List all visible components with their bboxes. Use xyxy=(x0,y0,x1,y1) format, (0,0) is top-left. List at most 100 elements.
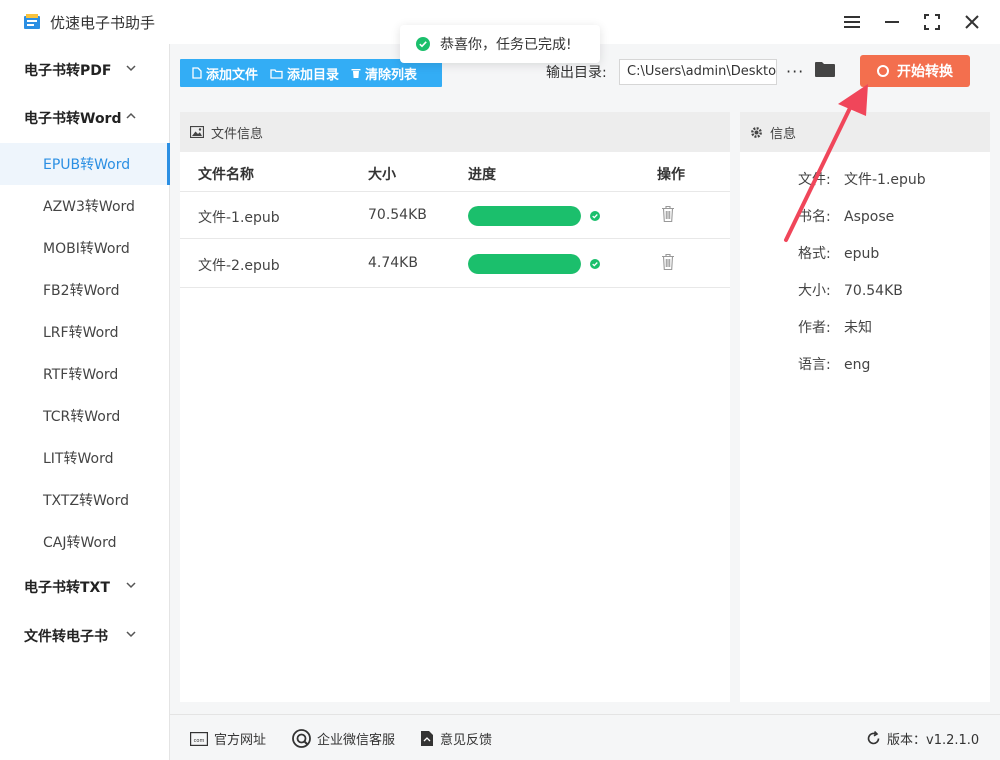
clear-list-button[interactable]: 清除列表 xyxy=(351,64,417,83)
info-row-title: 书名: Aspose xyxy=(798,206,894,226)
sidebar-item-label: LRF转Word xyxy=(43,325,119,341)
col-header-progress: 进度 xyxy=(468,167,496,183)
sidebar-item-fb2-word[interactable]: FB2转Word xyxy=(0,269,170,311)
success-toast: 恭喜你，任务已完成! xyxy=(400,25,600,63)
col-header-action: 操作 xyxy=(657,167,685,183)
progress-bar xyxy=(468,206,581,226)
sidebar-item-label: FB2转Word xyxy=(43,283,120,299)
wechat-label: 企业微信客服 xyxy=(317,733,396,748)
col-header-name: 文件名称 xyxy=(198,167,254,183)
folder-icon xyxy=(270,68,283,79)
website-link[interactable]: com 官方网址 xyxy=(190,729,266,748)
close-icon[interactable] xyxy=(960,10,984,34)
clear-list-label: 清除列表 xyxy=(365,67,418,83)
table-row[interactable]: 文件-1.epub 70.54KB xyxy=(180,191,730,239)
info-key: 大小: xyxy=(798,283,831,299)
file-toolbar: 添加文件 添加目录 清除列表 xyxy=(180,59,442,87)
output-dir-input[interactable]: C:\Users\admin\Desktop xyxy=(619,59,777,85)
info-row-format: 格式: epub xyxy=(798,243,879,263)
trash-icon[interactable] xyxy=(661,253,675,271)
chevron-up-icon xyxy=(126,112,136,119)
footer: com 官方网址 企业微信客服 意见反馈 版本：v1.2.1.0 xyxy=(170,714,1000,760)
more-options-button[interactable]: ··· xyxy=(786,62,804,81)
info-row-size: 大小: 70.54KB xyxy=(798,280,903,300)
start-convert-label: 开始转换 xyxy=(897,64,953,80)
add-folder-button[interactable]: 添加目录 xyxy=(270,64,339,83)
wechat-service-link[interactable]: 企业微信客服 xyxy=(292,729,395,748)
sidebar-item-label: RTF转Word xyxy=(43,367,119,383)
sidebar-item-rtf-word[interactable]: RTF转Word xyxy=(0,353,170,395)
info-key: 作者: xyxy=(798,320,831,336)
sidebar-item-caj-word[interactable]: CAJ转Word xyxy=(0,521,170,563)
toast-message: 恭喜你，任务已完成! xyxy=(440,37,572,53)
table-row[interactable]: 文件-2.epub 4.74KB xyxy=(180,240,730,288)
sidebar-item-lit-word[interactable]: LIT转Word xyxy=(0,437,170,479)
app-logo-icon xyxy=(24,14,40,29)
info-key: 语言: xyxy=(798,357,831,373)
file-name: 文件-1.epub xyxy=(198,210,280,226)
chat-icon xyxy=(292,729,311,748)
info-value: eng xyxy=(844,357,871,373)
start-convert-button[interactable]: 开始转换 xyxy=(860,55,970,87)
info-key: 文件: xyxy=(798,172,831,188)
info-value: 70.54KB xyxy=(844,283,903,299)
info-panel-header: 信息 xyxy=(740,112,990,152)
loading-spinner-icon xyxy=(877,65,889,77)
refresh-icon xyxy=(867,731,880,745)
sidebar-item-label: LIT转Word xyxy=(43,451,114,467)
info-row-file: 文件: 文件-1.epub xyxy=(798,169,926,189)
sidebar-item-azw3-word[interactable]: AZW3转Word xyxy=(0,185,170,227)
file-name: 文件-2.epub xyxy=(198,258,280,274)
sidebar: 电子书转PDF 电子书转Word EPUB转Word AZW3转Word MOB… xyxy=(0,44,170,760)
file-size: 70.54KB xyxy=(368,207,427,223)
info-row-author: 作者: 未知 xyxy=(798,317,872,337)
trash-icon[interactable] xyxy=(661,205,675,223)
sidebar-item-tcr-word[interactable]: TCR转Word xyxy=(0,395,170,437)
minimize-icon[interactable] xyxy=(880,10,904,34)
sidebar-item-epub-word[interactable]: EPUB转Word xyxy=(0,143,170,185)
app-title: 优速电子书助手 xyxy=(50,14,156,32)
progress-bar xyxy=(468,254,581,274)
sidebar-item-label: EPUB转Word xyxy=(43,157,131,173)
open-folder-icon[interactable] xyxy=(815,61,835,78)
sidebar-group-word[interactable]: 电子书转Word xyxy=(0,94,170,142)
file-panel: 文件信息 文件名称 大小 进度 操作 文件-1.epub 70.54KB 文件-… xyxy=(180,112,730,702)
svg-text:com: com xyxy=(194,738,205,744)
info-panel: 信息 文件: 文件-1.epub 书名: Aspose 格式: epub 大小: 70.… xyxy=(740,112,990,702)
version-info[interactable]: 版本：v1.2.1.0 xyxy=(866,729,979,748)
sidebar-item-mobi-word[interactable]: MOBI转Word xyxy=(0,227,170,269)
sidebar-item-label: TXTZ转Word xyxy=(43,493,130,509)
check-circle-icon xyxy=(416,37,430,51)
website-icon: com xyxy=(190,731,208,746)
file-size: 4.74KB xyxy=(368,255,418,271)
chevron-down-icon xyxy=(126,631,136,638)
feedback-label: 意见反馈 xyxy=(440,733,493,748)
info-panel-title: 信息 xyxy=(770,126,797,142)
info-value: epub xyxy=(844,246,880,262)
website-label: 官方网址 xyxy=(214,733,267,748)
info-row-language: 语言: eng xyxy=(798,354,870,374)
check-circle-icon xyxy=(590,211,600,221)
add-folder-label: 添加目录 xyxy=(287,67,340,83)
sidebar-group-txt[interactable]: 电子书转TXT xyxy=(0,563,170,611)
info-key: 书名: xyxy=(798,209,831,225)
sidebar-item-label: MOBI转Word xyxy=(43,241,130,257)
sidebar-group-to-ebook[interactable]: 文件转电子书 xyxy=(0,612,170,660)
menu-icon[interactable] xyxy=(840,10,864,34)
sidebar-group-pdf[interactable]: 电子书转PDF xyxy=(0,46,170,94)
feedback-link[interactable]: 意见反馈 xyxy=(420,729,492,748)
image-icon xyxy=(190,126,204,138)
col-header-size: 大小 xyxy=(368,167,396,183)
feedback-icon xyxy=(421,731,433,746)
file-panel-header: 文件信息 xyxy=(180,112,730,152)
sidebar-item-txtz-word[interactable]: TXTZ转Word xyxy=(0,479,170,521)
sidebar-item-label: AZW3转Word xyxy=(43,199,135,215)
file-panel-title: 文件信息 xyxy=(211,126,264,142)
file-icon xyxy=(192,67,202,79)
add-file-button[interactable]: 添加文件 xyxy=(192,64,258,83)
sidebar-item-label: TCR转Word xyxy=(43,409,121,425)
add-file-label: 添加文件 xyxy=(206,67,259,83)
chevron-down-icon xyxy=(126,65,136,72)
maximize-icon[interactable] xyxy=(920,10,944,34)
sidebar-item-lrf-word[interactable]: LRF转Word xyxy=(0,311,170,353)
